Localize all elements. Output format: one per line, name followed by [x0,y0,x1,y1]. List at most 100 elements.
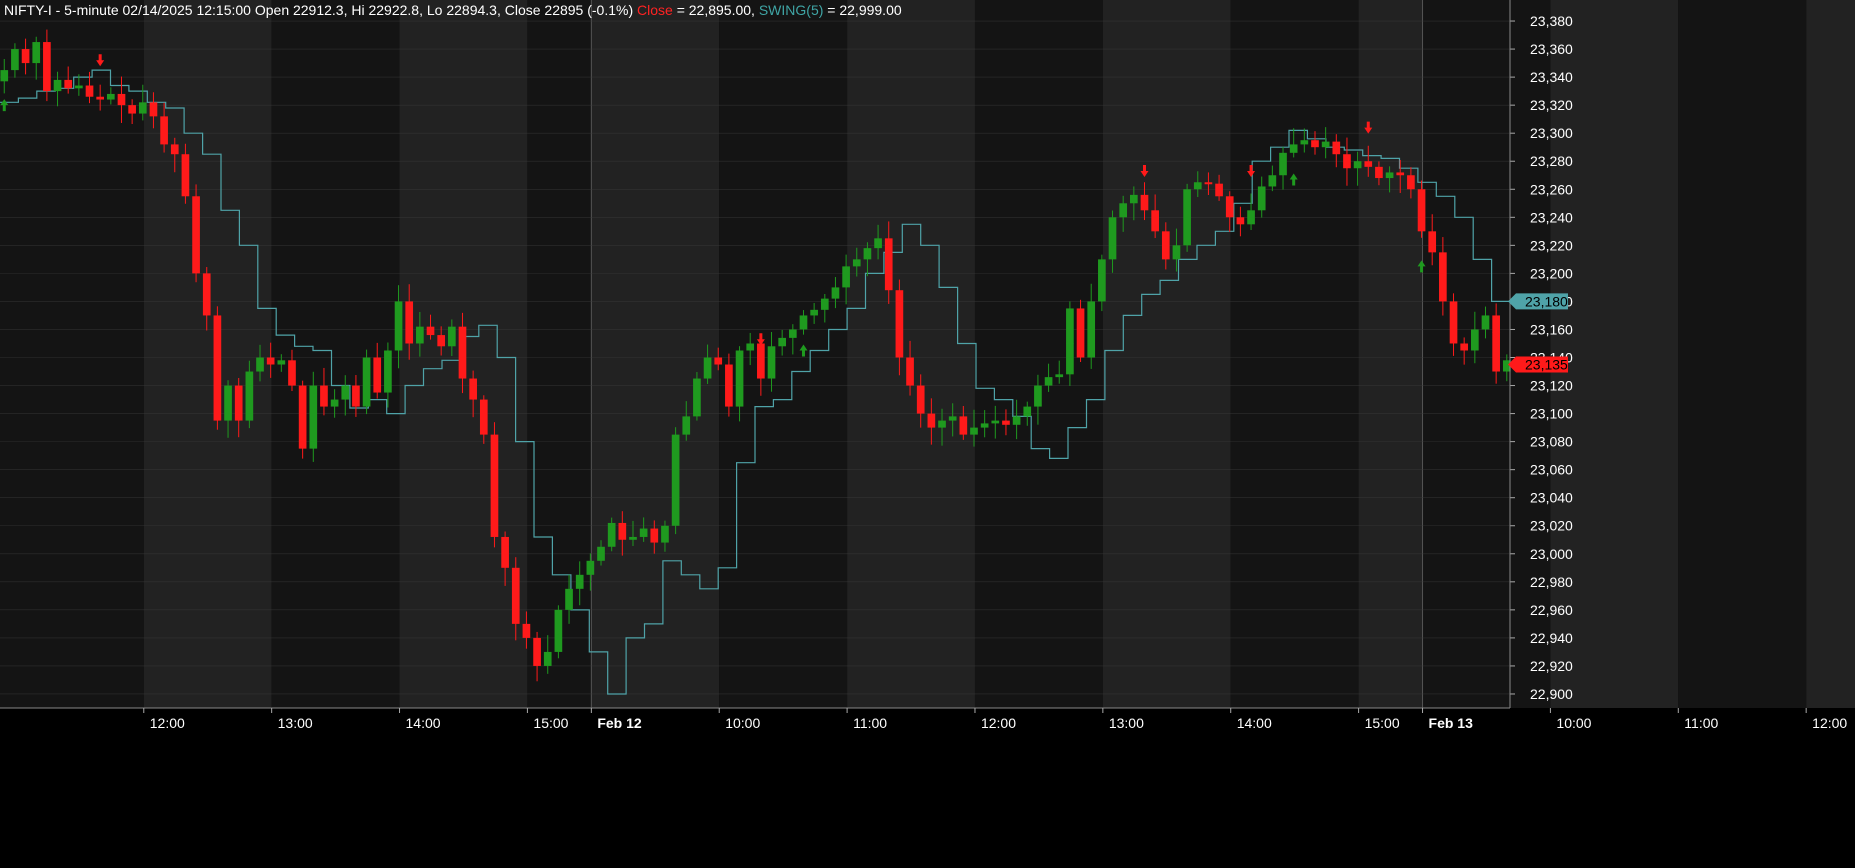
candle-body [906,357,914,386]
x-tick-label: 15:00 [533,715,568,731]
candle-body [725,364,733,407]
candle-body [874,238,882,249]
x-tick-label: 12:00 [150,715,185,731]
candle-body [1470,329,1479,351]
candle-body [767,346,776,379]
candle-body [1129,194,1138,204]
candle-body [298,385,307,449]
candle-body [330,399,339,407]
candle-body [703,357,712,379]
candle-body [106,93,115,100]
candle-body [1279,152,1287,176]
hour-band [1806,0,1855,708]
y-tick-label: 23,240 [1530,209,1573,225]
x-tick-label: 15:00 [1365,715,1400,731]
candle-body [1481,315,1490,330]
candle-body [202,273,211,316]
y-tick-label: 23,340 [1530,69,1573,85]
candle-body [693,378,701,417]
candle-body [1236,217,1245,225]
y-tick-label: 22,900 [1530,686,1573,702]
candle-body [1225,196,1234,218]
candle-body [1151,210,1159,232]
y-tick-label: 23,220 [1530,237,1573,253]
y-tick-label: 23,060 [1530,462,1573,478]
candle-body [575,574,584,589]
candle-body [1108,217,1117,260]
candle-body [245,371,254,421]
candle-body [138,102,147,114]
candle-body [757,343,765,379]
x-tick-label: 13:00 [278,715,313,731]
candle-body [533,637,541,666]
x-tick-label: 12:00 [1812,715,1847,731]
candle-body [213,315,222,421]
candle-body [149,102,158,117]
x-tick-label: Feb 12 [597,715,642,731]
candle-body [1353,161,1362,169]
candle-body [938,420,946,428]
candle-body [1161,231,1170,260]
candle-body [1023,406,1032,417]
candle-body [288,360,296,386]
candle-body [1034,385,1042,407]
y-tick-label: 23,200 [1530,265,1573,281]
candle-body [842,266,850,288]
candle-body [1257,186,1266,211]
candle-body [852,259,861,267]
candle-body [1140,194,1149,211]
candle-body [192,196,200,274]
candle-body [458,326,467,379]
hour-band [1230,0,1359,708]
candle-body [362,357,371,407]
candle-body [682,416,691,435]
y-tick-label: 22,940 [1530,630,1573,646]
candle-body [1289,144,1298,153]
candle-body [1407,175,1415,190]
candle-body [1364,161,1373,167]
candle-body [43,42,51,92]
candle-body [75,85,83,89]
hour-band [847,0,975,708]
candle-body [426,326,435,336]
candle-body [224,385,232,421]
candle-body [586,560,595,575]
candle-body [437,335,446,347]
candle-body [160,116,168,145]
y-tick-label: 23,000 [1530,546,1573,562]
y-tick-label: 23,120 [1530,378,1573,394]
candle-body [1215,183,1223,197]
candle-body [650,528,659,543]
candle-body [1460,343,1469,351]
candle-body [96,96,105,100]
candle-body [320,385,328,407]
close-value: = 22,895.00, [672,2,755,18]
candle-body [831,287,840,299]
close-last-badge-text: 23,135 [1525,357,1568,373]
candle-body [1375,166,1383,179]
candle-body [53,79,62,92]
candle-body [1087,301,1096,358]
candle-body [1385,172,1394,179]
candle-body [927,413,936,428]
candle-body [884,238,893,291]
candle-body [863,248,872,260]
candle-body [916,385,925,414]
candle-body [1098,259,1106,302]
candle-body [352,385,360,407]
candle-body [714,357,723,365]
candle-body [32,42,41,64]
hour-band [1678,0,1807,708]
price-chart[interactable]: 22,900 22,920 22,940 22,960 22,980 23,000 23,0… [0,0,1855,868]
candle-body [597,546,605,561]
candle-body [1002,420,1010,425]
candle-body [565,588,573,610]
hour-band [1102,0,1231,708]
candle-body [501,536,509,568]
candle-body [1449,301,1458,344]
candle-body [234,385,243,421]
candle-body [447,326,456,347]
x-tick-label: 12:00 [981,715,1016,731]
candle-body [746,343,755,351]
candle-body [799,315,808,330]
